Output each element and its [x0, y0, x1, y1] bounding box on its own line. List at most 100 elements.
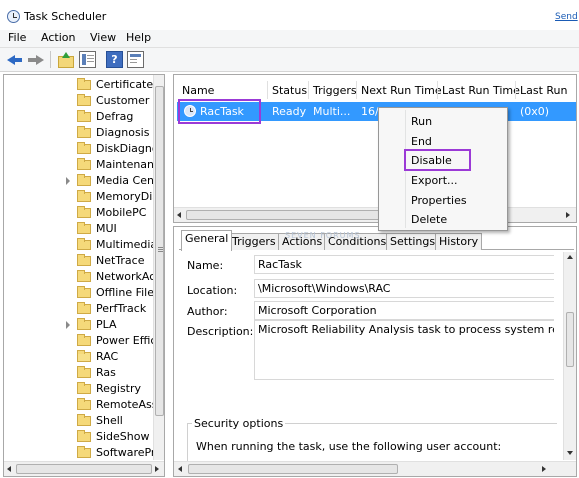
task-scheduler-clock-icon [7, 10, 20, 23]
tree-vertical-scrollbar[interactable] [153, 75, 164, 460]
folder-icon [77, 366, 91, 378]
name-field[interactable]: RacTask [254, 255, 554, 274]
column-header-triggers[interactable]: Triggers [313, 84, 357, 97]
task-last-result: (0x0) [520, 105, 550, 118]
folder-up-icon[interactable] [57, 51, 74, 68]
details-horizontal-scrollbar[interactable] [174, 461, 576, 476]
tree-item[interactable]: Customer E [4, 93, 160, 109]
column-separator[interactable] [308, 81, 309, 99]
details-vertical-scrollbar[interactable] [563, 252, 576, 460]
tree-item-rac[interactable]: RAC [4, 349, 154, 365]
tree-item[interactable]: RemoteAss [4, 397, 157, 413]
menu-item-properties[interactable]: Properties [411, 194, 501, 212]
tree-item[interactable]: PerfTrack [4, 301, 154, 317]
tree-vertical-scroll-thumb[interactable] [155, 86, 164, 416]
column-header-last-run-result[interactable]: Last Run [520, 84, 568, 97]
task-details-pane: General Triggers Actions Conditions Sett… [173, 226, 577, 477]
column-header-name[interactable]: Name [182, 84, 214, 97]
column-separator[interactable] [437, 81, 438, 99]
scroll-right-icon[interactable] [542, 466, 546, 472]
folder-icon [77, 398, 91, 410]
details-vertical-scroll-thumb[interactable] [566, 312, 574, 367]
tree-item[interactable]: NetTrace [4, 253, 154, 269]
tree-item[interactable]: Power Effic [4, 333, 156, 349]
description-field[interactable]: Microsoft Reliability Analysis task to p… [254, 320, 554, 380]
tree-item[interactable]: Maintenanc [4, 157, 160, 173]
folder-icon [77, 334, 91, 346]
folder-icon [77, 78, 91, 90]
folder-icon [77, 110, 91, 122]
column-header-status[interactable]: Status [272, 84, 307, 97]
column-separator[interactable] [356, 81, 357, 99]
task-list-horizontal-scroll-thumb[interactable] [186, 210, 386, 220]
show-hide-tree-icon[interactable] [79, 51, 96, 68]
folder-icon [77, 190, 91, 202]
menu-action[interactable]: Action [41, 31, 75, 44]
expand-arrow-icon[interactable] [66, 177, 70, 185]
tree-item[interactable]: Offline Files [4, 285, 160, 301]
column-header-next-run-time[interactable]: Next Run Time [361, 84, 442, 97]
menu-file[interactable]: File [8, 31, 26, 44]
scroll-right-icon[interactable] [155, 466, 159, 472]
tree-item[interactable]: Media Cent [4, 173, 158, 189]
context-menu-gutter [405, 110, 406, 228]
action-pane-icon[interactable] [127, 51, 144, 68]
task-clock-icon [184, 105, 196, 117]
column-separator[interactable] [515, 81, 516, 99]
column-separator[interactable] [267, 81, 268, 99]
tab-conditions[interactable]: Conditions [324, 233, 391, 250]
tab-history[interactable]: History [435, 233, 483, 250]
tree-item[interactable]: CertificateS [4, 77, 160, 93]
tree-item[interactable]: MUI [4, 221, 154, 237]
scroll-up-icon[interactable] [567, 255, 573, 259]
menu-item-end[interactable]: End [411, 135, 501, 153]
tree-item[interactable]: Registry [4, 381, 154, 397]
tree-item[interactable]: Defrag [4, 109, 154, 125]
tree-item[interactable]: SoftwarePro [4, 445, 162, 461]
scroll-left-icon[interactable] [178, 466, 182, 472]
back-arrow-icon[interactable] [7, 51, 24, 68]
tree-item[interactable]: PLA [4, 317, 154, 333]
menu-view[interactable]: View [90, 31, 116, 44]
menu-item-export[interactable]: Export... [411, 174, 501, 192]
menu-item-delete[interactable]: Delete [411, 213, 501, 231]
tree-item[interactable]: SideShow [4, 429, 154, 445]
column-header-last-run-time[interactable]: Last Run Time [442, 84, 520, 97]
forward-arrow-icon[interactable] [27, 51, 44, 68]
tree-item[interactable]: Multimedia [4, 237, 157, 253]
tab-triggers[interactable]: Triggers [228, 233, 280, 250]
help-icon[interactable]: ? [106, 51, 123, 68]
send-link[interactable]: Send [555, 12, 578, 22]
scroll-right-icon[interactable] [566, 212, 570, 218]
description-label: Description: [187, 325, 254, 338]
task-row-ractask[interactable]: RacTask Ready Multi... 16/0 (0x0) [177, 102, 576, 121]
expand-arrow-icon[interactable] [66, 321, 70, 329]
tab-general[interactable]: General [181, 230, 233, 251]
scroll-left-icon[interactable] [177, 212, 181, 218]
tree-item[interactable]: MobilePC [4, 205, 154, 221]
author-field[interactable]: Microsoft Corporation [254, 301, 554, 320]
tree-item[interactable]: NetworkAc [4, 269, 155, 285]
scroll-down-icon[interactable] [567, 451, 573, 455]
folder-icon [77, 302, 91, 314]
tree-item[interactable]: DiskDiagno [4, 141, 159, 157]
folder-icon [77, 238, 91, 250]
folder-icon [77, 318, 91, 330]
task-list-horizontal-scrollbar[interactable] [174, 207, 576, 222]
scroll-left-icon[interactable] [7, 466, 11, 472]
tab-settings[interactable]: Settings [386, 233, 440, 250]
tab-actions[interactable]: Actions [278, 233, 327, 250]
details-horizontal-scroll-thumb[interactable] [188, 464, 398, 474]
folder-icon [77, 446, 91, 458]
library-tree-pane[interactable]: CertificateS Customer E Defrag Diagnosis… [3, 74, 165, 477]
tree-item[interactable]: Shell [4, 413, 154, 429]
tree-item[interactable]: Diagnosis [4, 125, 154, 141]
menu-item-run[interactable]: Run [411, 115, 501, 133]
menu-item-disable[interactable]: Disable [411, 154, 501, 172]
tree-item[interactable]: MemoryDia [4, 189, 159, 205]
tree-horizontal-scrollbar[interactable] [4, 461, 164, 476]
tree-horizontal-scroll-thumb[interactable] [16, 464, 152, 474]
menu-help[interactable]: Help [126, 31, 151, 44]
tree-item[interactable]: Ras [4, 365, 154, 381]
folder-icon [77, 158, 91, 170]
